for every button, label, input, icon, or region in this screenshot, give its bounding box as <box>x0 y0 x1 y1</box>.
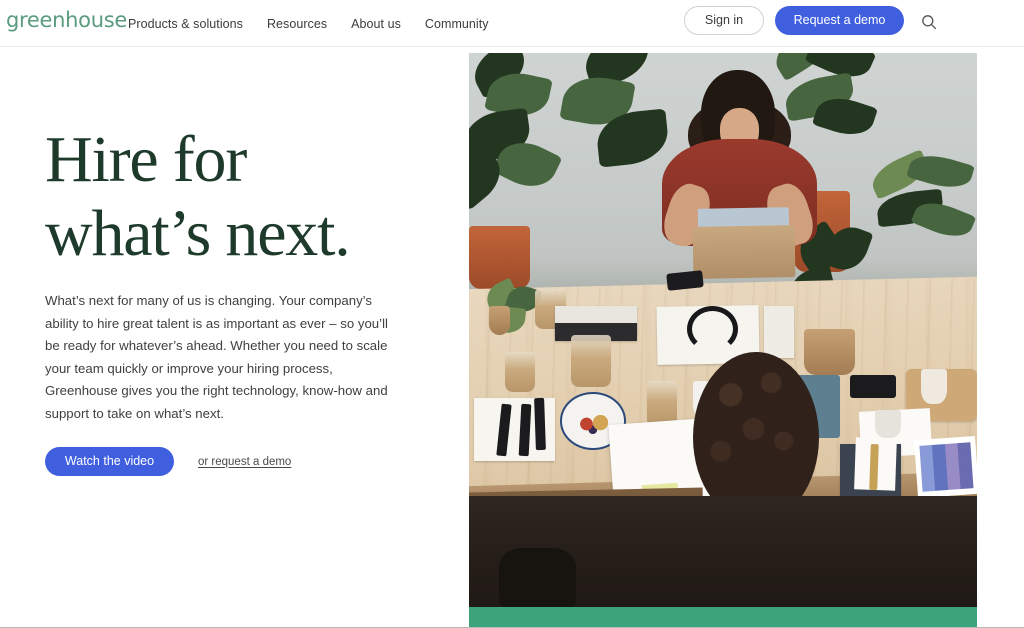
hero-photo <box>469 53 977 628</box>
watch-the-video-button[interactable]: Watch the video <box>45 447 174 476</box>
headline-line-2: what’s next. <box>45 197 351 270</box>
search-icon <box>922 15 937 30</box>
photo-color-swatch-grid <box>919 442 974 492</box>
photo-small-cup <box>489 306 510 335</box>
page-title: Hire for what’s next. <box>45 123 445 271</box>
or-request-a-demo-link[interactable]: or request a demo <box>198 456 291 468</box>
photo-glass-vase <box>504 352 536 393</box>
hero-accent-bar <box>469 607 977 628</box>
site-header: greenhouse Products & solutions Resource… <box>0 0 1024 47</box>
photo-marker-3 <box>534 397 547 450</box>
photo-pot-left <box>469 225 530 289</box>
photo-book-white-right <box>763 306 795 358</box>
photo-cookie-jar <box>570 334 612 387</box>
search-button[interactable] <box>917 10 941 34</box>
hero-cta-row: Watch the video or request a demo <box>45 447 291 476</box>
nav-item-community[interactable]: Community <box>425 16 489 32</box>
photo-bag-under-desk <box>499 547 576 611</box>
photo-plate-food <box>575 409 612 439</box>
hero-text-panel: Hire for what’s next. What’s next for ma… <box>0 47 469 628</box>
request-demo-button[interactable]: Request a demo <box>775 6 904 35</box>
hero-photo-illustration <box>469 53 977 628</box>
photo-phone-top <box>666 269 704 291</box>
photo-remote <box>850 375 896 398</box>
nav-item-resources[interactable]: Resources <box>267 16 327 32</box>
headline-line-1: Hire for <box>45 123 247 196</box>
photo-small-bowl <box>875 409 901 439</box>
sign-in-button[interactable]: Sign in <box>684 6 764 35</box>
main-navigation: Products & solutions Resources About us … <box>128 0 489 47</box>
greenhouse-logo[interactable]: greenhouse <box>6 7 127 33</box>
photo-headphones <box>687 306 739 352</box>
nav-item-products-solutions[interactable]: Products & solutions <box>128 16 243 32</box>
nav-item-about-us[interactable]: About us <box>351 16 401 32</box>
photo-water-glass <box>921 369 947 404</box>
hero-description: What’s next for many of us is changing. … <box>45 293 388 421</box>
photo-laptop <box>692 224 795 279</box>
landing-page: greenhouse Products & solutions Resource… <box>0 0 1024 628</box>
